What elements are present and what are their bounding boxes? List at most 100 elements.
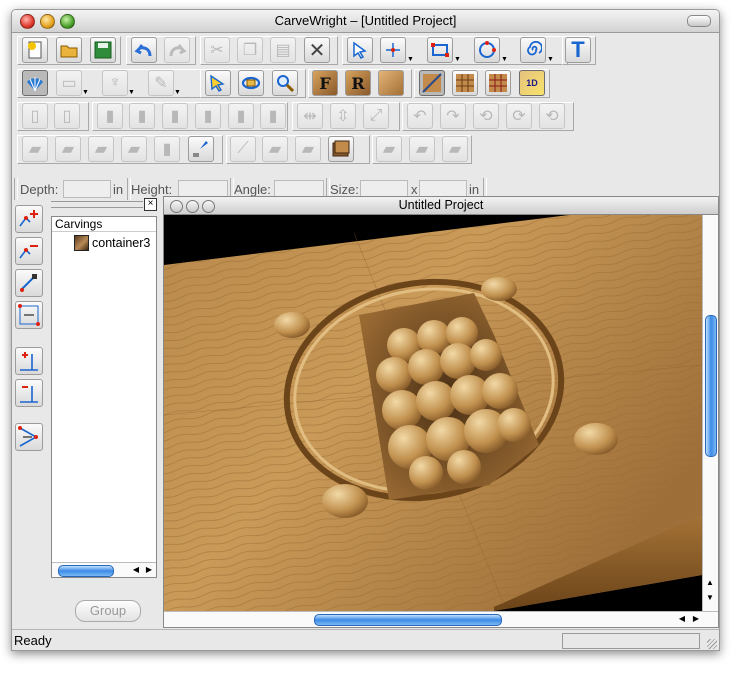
align-left-icon[interactable]: ▮	[97, 103, 123, 129]
node-edit-dropdown-icon[interactable]: ▼	[407, 56, 414, 63]
rotate-180-icon[interactable]: ⟳	[506, 103, 532, 129]
new-project-icon[interactable]	[22, 37, 48, 63]
tree-scroll-thumb[interactable]	[58, 565, 114, 577]
carving-dish-icon[interactable]: ♆	[102, 70, 128, 96]
carve-tool-5-icon[interactable]: ▮	[154, 136, 180, 162]
open-folder-icon[interactable]	[56, 37, 82, 63]
scroll-down-icon[interactable]: ▼	[704, 592, 716, 604]
save-icon[interactable]	[90, 37, 116, 63]
carving-thumbnail-icon	[74, 235, 89, 251]
cut-icon[interactable]: ✂	[204, 37, 230, 63]
scroll-right-icon[interactable]: ▶	[143, 564, 155, 576]
draw-rectangle-icon[interactable]	[427, 37, 453, 63]
undo-icon[interactable]	[131, 37, 157, 63]
rotate-cw-icon[interactable]: ↷	[440, 103, 466, 129]
texture-view-icon[interactable]	[378, 70, 404, 96]
add-node-angle-icon[interactable]	[15, 347, 43, 375]
align-center-h-icon[interactable]: ▮	[260, 103, 286, 129]
rectangle-dropdown-icon[interactable]: ▼	[454, 56, 461, 63]
wood-board-icon[interactable]	[419, 70, 445, 96]
rotate-90-icon[interactable]: ⟲	[473, 103, 499, 129]
cut-tool-icon[interactable]: ⟋	[230, 136, 256, 162]
cut-tool-3-icon[interactable]: ▰	[295, 136, 321, 162]
paste-icon[interactable]: ▤	[270, 37, 296, 63]
h-scroll-left-icon[interactable]: ◀	[676, 613, 688, 625]
right-view-icon[interactable]: R	[345, 70, 371, 96]
node-distribute-icon[interactable]	[15, 301, 43, 329]
carving-shell-icon[interactable]	[22, 70, 48, 96]
draw-spiral-icon[interactable]	[520, 37, 546, 63]
layer-up-icon[interactable]: ▰	[376, 136, 402, 162]
select-patterns-icon[interactable]	[205, 70, 231, 96]
toolbar-toggle-icon[interactable]	[687, 15, 711, 27]
resize-grip-icon[interactable]	[707, 639, 717, 649]
mirror-h-icon[interactable]: ⇹	[297, 103, 323, 129]
close-window-icon[interactable]	[20, 14, 35, 29]
remove-node-angle-icon[interactable]	[15, 379, 43, 407]
sander-tool-icon[interactable]	[188, 136, 214, 162]
select-arrow-icon[interactable]	[347, 37, 373, 63]
depth-field[interactable]	[63, 180, 111, 198]
doc-minimize-icon[interactable]	[186, 200, 199, 213]
group-button[interactable]: Group	[75, 600, 141, 622]
scroll-left-icon[interactable]: ◀	[130, 564, 142, 576]
3d-viewport[interactable]	[164, 215, 702, 611]
mirror-v-icon[interactable]: ⇳	[330, 103, 356, 129]
front-view-icon[interactable]: F	[312, 70, 338, 96]
doc-zoom-icon[interactable]	[202, 200, 215, 213]
pattern-1d-icon[interactable]: 1D	[519, 70, 545, 96]
draw-circle-icon[interactable]	[474, 37, 500, 63]
delete-icon[interactable]: ✕	[304, 37, 330, 63]
h-scroll-right-icon[interactable]: ▶	[690, 613, 702, 625]
feather-pen-icon[interactable]: ✎	[148, 70, 174, 96]
horizontal-scroll-thumb[interactable]	[314, 614, 502, 626]
scroll-up-icon[interactable]: ▲	[704, 577, 716, 589]
toolbar-row-3: ▯ ▯ ▮ ▮ ▮ ▮ ▮ ▮ ⇹ ⇳ ⤢ ↶ ↷ ⟲ ⟳ ⟲	[14, 100, 717, 132]
mirror-d-icon[interactable]: ⤢	[363, 103, 389, 129]
grid-view-icon[interactable]	[452, 70, 478, 96]
board-texture-icon[interactable]	[328, 136, 354, 162]
pen-node-icon[interactable]	[15, 269, 43, 297]
carve-tool-4-icon[interactable]: ▰	[121, 136, 147, 162]
viewport-vertical-scrollbar[interactable]: ▲ ▼	[702, 215, 718, 611]
zoom-icon[interactable]	[272, 70, 298, 96]
rotate-270-icon[interactable]: ⟲	[539, 103, 565, 129]
zoom-window-icon[interactable]	[60, 14, 75, 29]
carve-tool-3-icon[interactable]: ▰	[88, 136, 114, 162]
rotate-view-icon[interactable]	[238, 70, 264, 96]
snap-x-icon[interactable]: ▯	[54, 103, 80, 129]
tree-horizontal-scrollbar[interactable]: ◀ ▶	[52, 562, 156, 577]
remove-point-icon[interactable]	[15, 237, 43, 265]
carve-tool-2-icon[interactable]: ▰	[55, 136, 81, 162]
pattern-grid-icon[interactable]	[485, 70, 511, 96]
add-point-icon[interactable]	[15, 205, 43, 233]
node-edit-icon[interactable]	[380, 37, 406, 63]
pen-dropdown-icon[interactable]: ▼	[174, 89, 181, 96]
copy-icon[interactable]: ❐	[237, 37, 263, 63]
carving-layer-icon[interactable]: ▭	[56, 70, 82, 96]
layer-down-icon[interactable]: ▰	[409, 136, 435, 162]
align-bottom-icon[interactable]: ▮	[129, 103, 155, 129]
minimize-window-icon[interactable]	[40, 14, 55, 29]
panel-close-icon[interactable]: ×	[144, 198, 157, 211]
text-tool-icon[interactable]: T	[565, 37, 591, 63]
spiral-dropdown-icon[interactable]: ▼	[547, 56, 554, 63]
layer-merge-icon[interactable]: ▰	[442, 136, 468, 162]
align-center-v-icon[interactable]: ▮	[228, 103, 254, 129]
redo-icon[interactable]	[164, 37, 190, 63]
tree-item[interactable]: container3	[74, 235, 150, 251]
carve-tool-1-icon[interactable]: ▰	[22, 136, 48, 162]
align-top-icon[interactable]: ▮	[162, 103, 188, 129]
align-right-icon[interactable]: ▮	[195, 103, 221, 129]
snap-y-icon[interactable]: ▯	[22, 103, 48, 129]
tree-item-label: container3	[92, 236, 151, 250]
doc-close-icon[interactable]	[170, 200, 183, 213]
circle-dropdown-icon[interactable]: ▼	[501, 56, 508, 63]
node-spacing-icon[interactable]	[15, 423, 43, 451]
viewport-horizontal-scrollbar[interactable]: ◀ ▶	[164, 611, 718, 627]
rotate-ccw-icon[interactable]: ↶	[407, 103, 433, 129]
dish-dropdown-icon[interactable]: ▼	[128, 89, 135, 96]
vertical-scroll-thumb[interactable]	[705, 315, 717, 457]
cut-tool-2-icon[interactable]: ▰	[262, 136, 288, 162]
layer-dropdown-icon[interactable]: ▼	[82, 89, 89, 96]
